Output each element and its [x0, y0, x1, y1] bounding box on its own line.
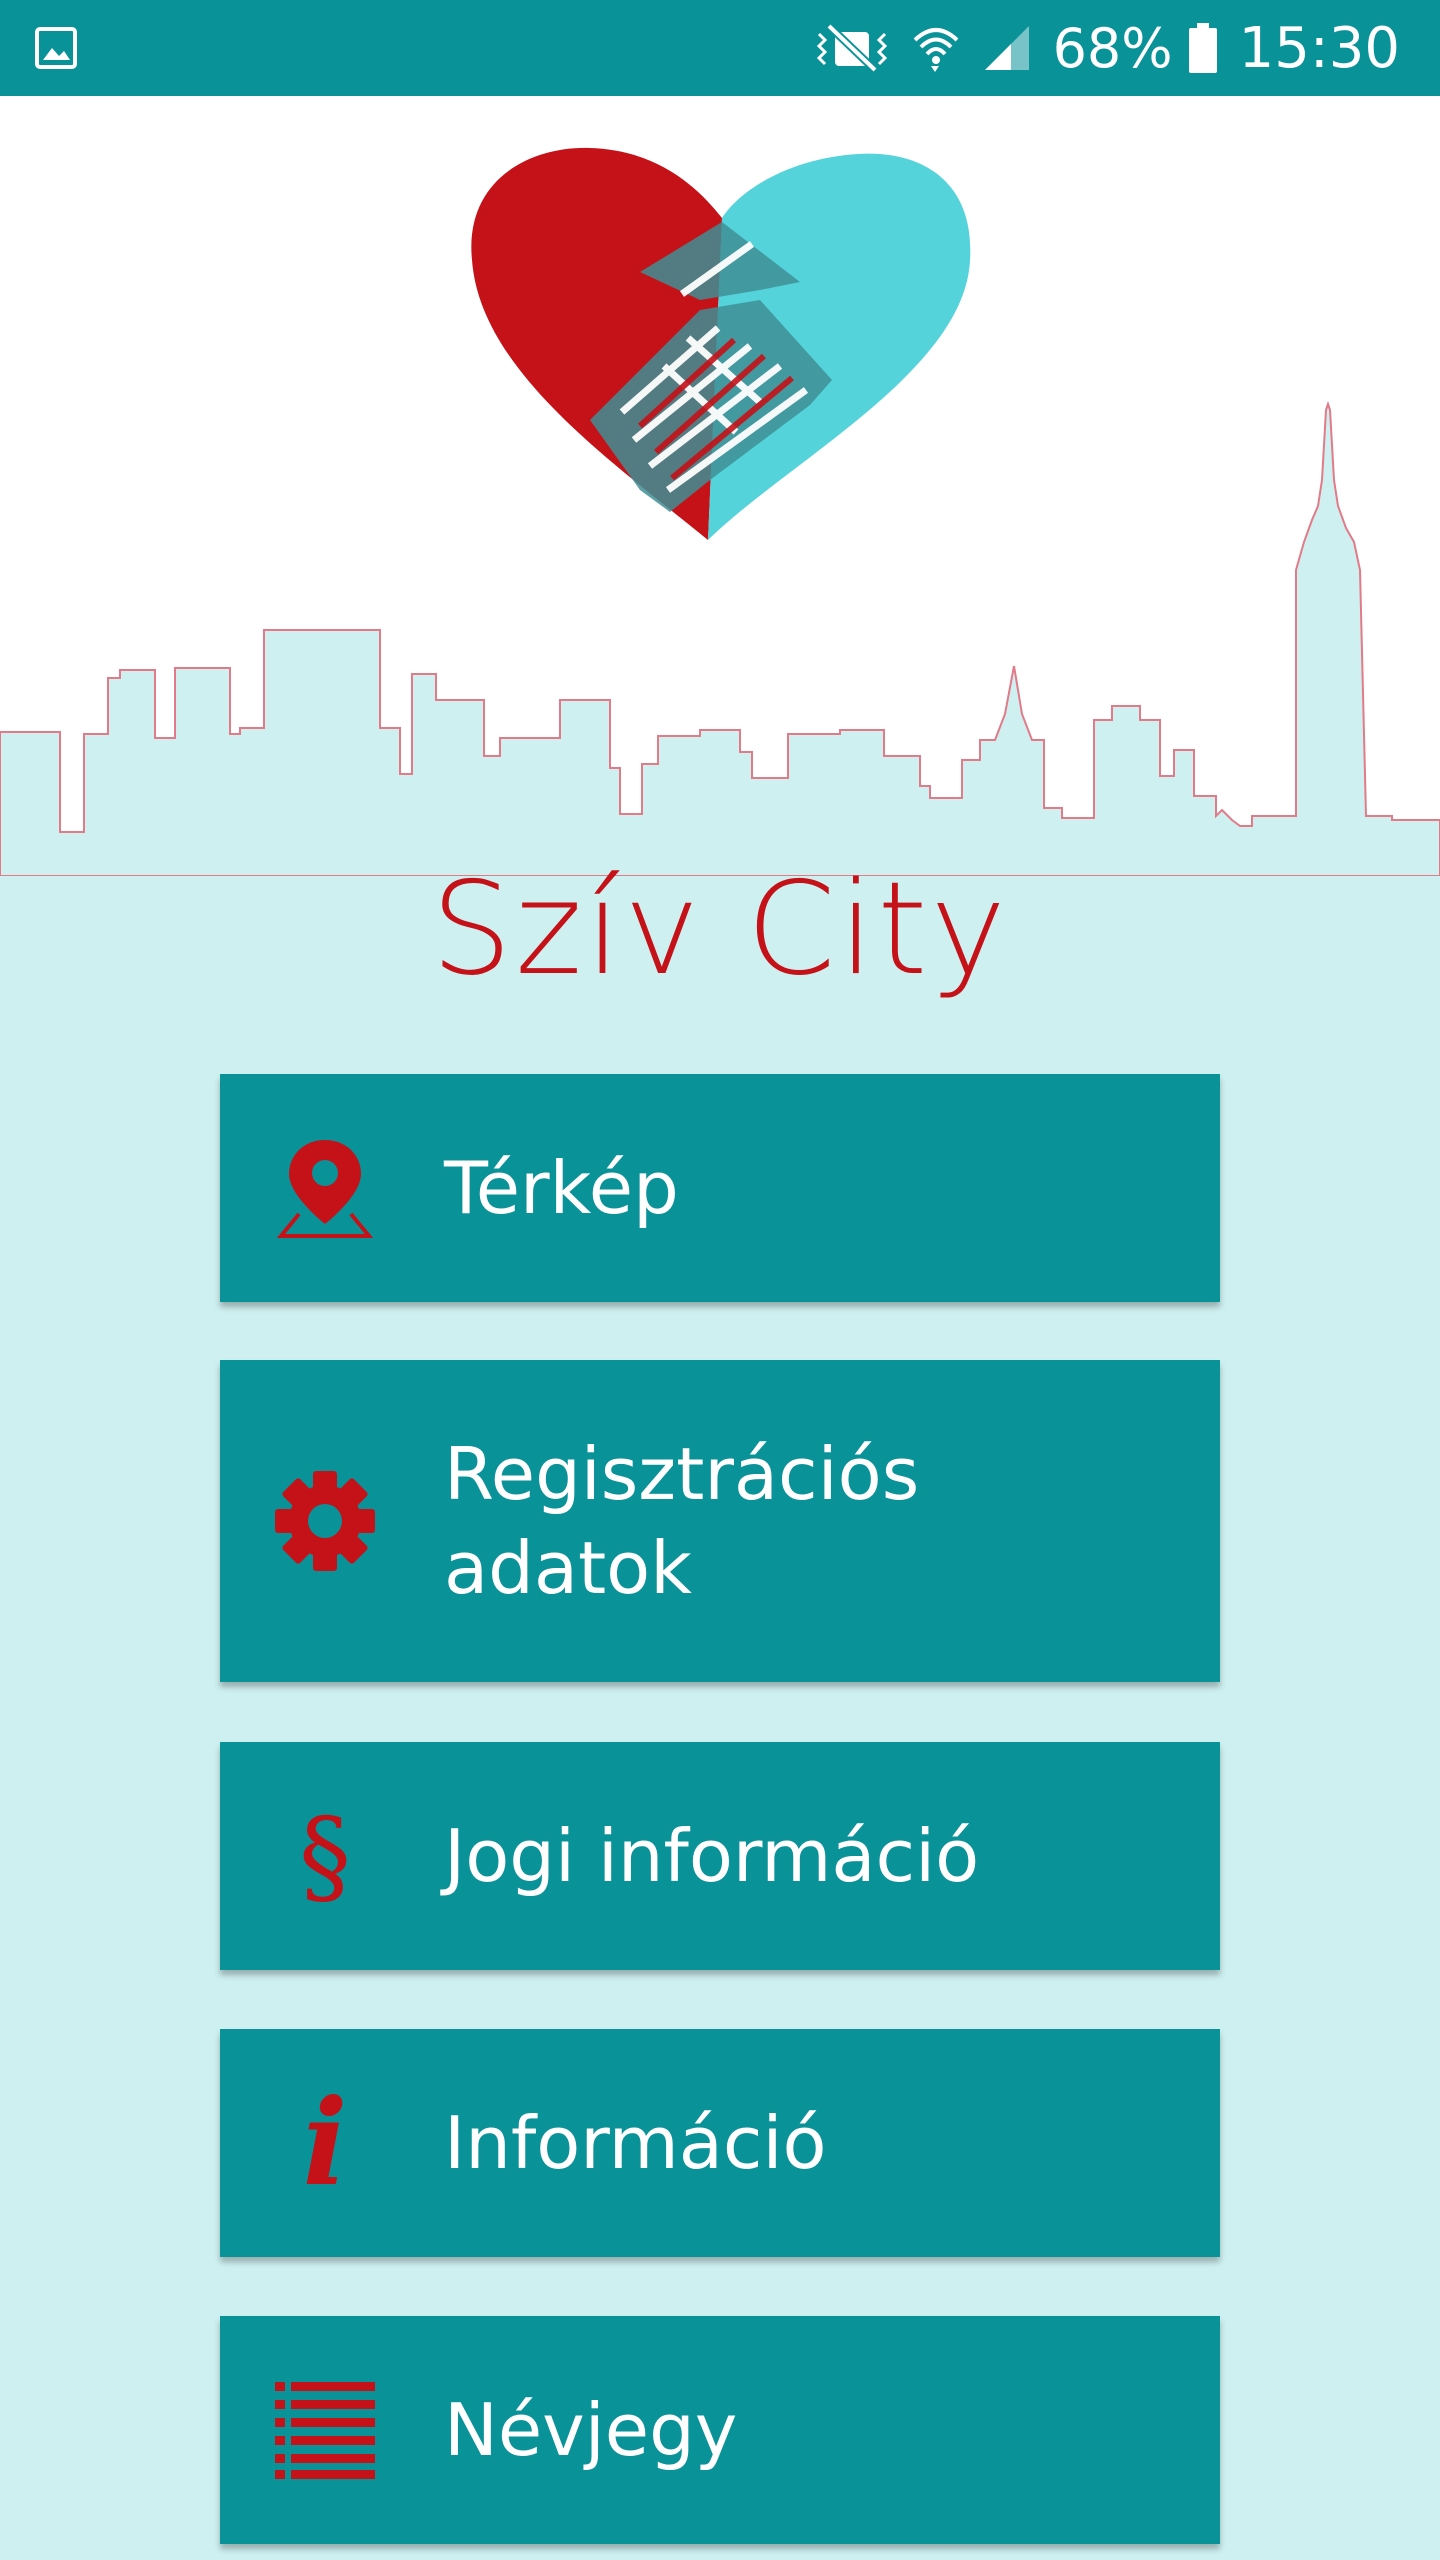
list-icon [270, 2375, 380, 2485]
about-button-label: Névjegy [444, 2388, 738, 2472]
vibrate-icon [816, 23, 887, 73]
battery-percent: 68% [1052, 16, 1173, 80]
registration-data-button[interactable]: Regisztrációs adatok [220, 1360, 1220, 1682]
map-button-label: Térkép [444, 1146, 679, 1230]
status-indicators: 68% 15:30 [815, 0, 1400, 96]
about-button[interactable]: Névjegy [220, 2316, 1220, 2544]
map-pin-icon [270, 1133, 380, 1243]
legal-info-button[interactable]: § Jogi információ [220, 1742, 1220, 1970]
legal-info-button-label: Jogi információ [444, 1814, 980, 1898]
wifi-icon [913, 28, 958, 72]
signal-icon [984, 26, 1029, 70]
gallery-icon [35, 27, 77, 69]
info-button[interactable]: i Információ [220, 2029, 1220, 2257]
info-icon: i [302, 2073, 348, 2212]
app-title: Szív City [430, 855, 1010, 1004]
status-clock: 15:30 [1238, 15, 1400, 81]
status-bar: 68% 15:30 [0, 0, 1440, 96]
battery-icon [1188, 23, 1217, 73]
info-button-label: Információ [444, 2101, 827, 2185]
map-button[interactable]: Térkép [220, 1074, 1220, 1302]
heart-handshake-logo [471, 147, 971, 540]
section-sign-icon: § [299, 1795, 351, 1917]
gear-icon [270, 1466, 380, 1576]
registration-data-button-label: Regisztrációs adatok [444, 1432, 920, 1610]
